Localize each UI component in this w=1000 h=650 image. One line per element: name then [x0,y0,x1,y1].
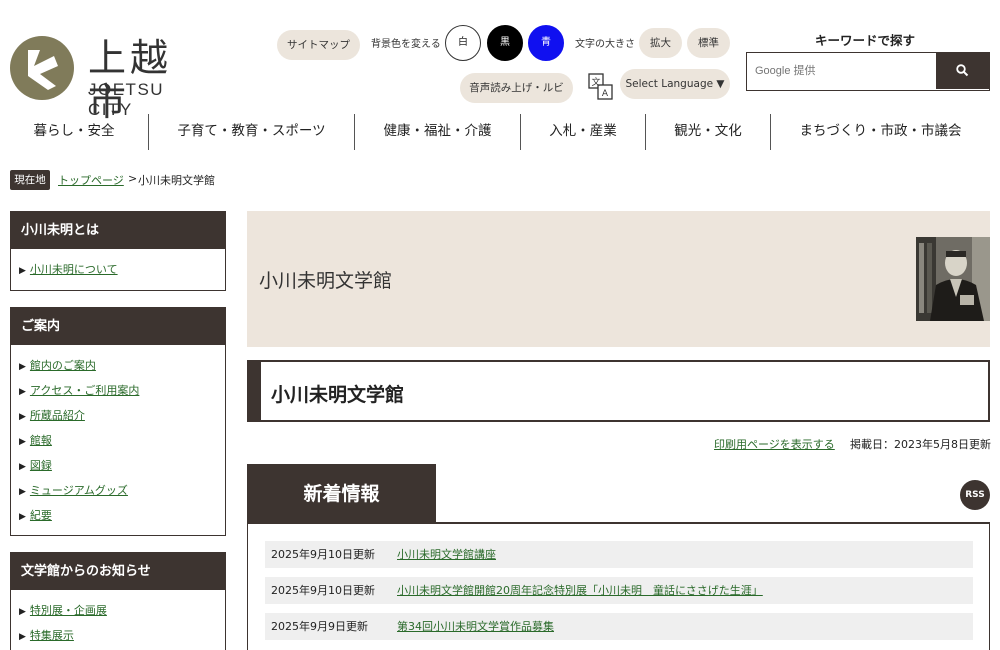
translate-icon: 文 A [588,73,614,101]
sidebar-item: ▶ アクセス・ご利用案内 [19,378,225,403]
triangle-right-icon: ▶ [19,387,26,397]
sidebar-item: ▶ 図録 [19,453,225,478]
font-size-label: 文字の大きさ [575,39,635,50]
triangle-right-icon: ▶ [19,632,26,642]
news-date: 2025年9月10日更新 [271,548,375,561]
nav-item-living[interactable]: 暮らし・安全 [0,114,148,150]
print-page-link[interactable]: 印刷用ページを表示する [714,436,835,452]
news-link[interactable]: 小川未明文学館開館20周年記念特別展「小川未明 童話にささげた生涯」 [397,577,763,604]
triangle-right-icon: ▶ [19,266,26,276]
sidebar-link[interactable]: 館内のご案内 [30,359,96,372]
triangle-right-icon: ▶ [19,487,26,497]
sidebar-item: ▶ 特集展示 [19,623,225,648]
sidebar-item: ▶ 特別展・企画展 [19,598,225,623]
published-date: 掲載日：2023年5月8日更新 [850,438,991,451]
search-button[interactable] [936,53,989,89]
breadcrumb-label: 現在地 [10,170,50,190]
font-standard-button[interactable]: 標準 [687,28,730,58]
triangle-right-icon: ▶ [19,362,26,372]
author-portrait-image [916,237,990,321]
nav-item-health[interactable]: 健康・福祉・介護 [355,114,520,150]
sidebar-heading: 文学館からのお知らせ [11,553,225,590]
city-logo[interactable]: 上越市 JOETSU CITY [10,34,210,124]
sidebar-link[interactable]: 小川未明について [30,263,118,276]
sidebar-link[interactable]: 紀要 [30,509,52,522]
news-row: 2025年9月9日更新 第34回小川未明文学賞作品募集 [265,613,973,640]
global-nav: 暮らし・安全 子育て・教育・スポーツ 健康・福祉・介護 入札・産業 観光・文化 … [0,114,1000,150]
svg-text:A: A [602,89,609,99]
sidebar-link[interactable]: 所蔵品紹介 [30,409,85,422]
sidebar-item: ▶ 小川未明について [19,257,225,282]
sidebar-item: ▶ 紀要 [19,503,225,528]
sidebar-link[interactable]: 館報 [30,434,52,447]
bg-black-button[interactable]: 黒 [487,25,523,61]
svg-text:文: 文 [591,76,600,88]
page-heading-box: 小川未明文学館 [247,360,990,422]
keyword-search-title: キーワードで探す [815,33,916,48]
sidebar-link[interactable]: 特集展示 [30,629,74,642]
news-row: 2025年9月10日更新 小川未明文学館講座 [265,541,973,568]
triangle-right-icon: ▶ [19,437,26,447]
nav-item-tourism[interactable]: 観光・文化 [646,114,770,150]
sidebar-heading: 小川未明とは [11,212,225,249]
page-banner: 小川未明文学館 [247,211,990,347]
sitemap-button[interactable]: サイトマップ [277,30,360,60]
breadcrumb-separator: > [128,172,138,185]
news-link[interactable]: 第34回小川未明文学賞作品募集 [397,613,554,640]
sidebar-box-guide: ご案内 ▶ 館内のご案内 ▶ アクセス・ご利用案内 ▶ 所蔵品紹介 ▶ 館報 ▶ 図録 ▶… [10,307,226,536]
sidebar-item: ▶ ミュージアムグッズ [19,478,225,503]
bg-color-label: 背景色を変える [371,39,441,50]
sidebar-box-about: 小川未明とは ▶ 小川未明について [10,211,226,291]
sidebar-item: ▶ 館内のご案内 [19,353,225,378]
read-aloud-button[interactable]: 音声読み上げ・ルビ [460,73,573,103]
breadcrumb-current: 小川未明文学館 [138,174,215,187]
page-title: 小川未明文学館 [271,384,405,406]
nav-item-industry[interactable]: 入札・産業 [521,114,645,150]
sidebar-heading: ご案内 [11,308,225,345]
sidebar-link[interactable]: アクセス・ご利用案内 [30,384,139,397]
search-box [746,52,990,91]
sidebar-box-news: 文学館からのお知らせ ▶ 特別展・企画展 ▶ 特集展示 [10,552,226,650]
news-tab: 新着情報 [247,464,436,524]
sidebar-item: ▶ 館報 [19,428,225,453]
nav-item-childcare[interactable]: 子育て・教育・スポーツ [149,114,354,150]
sidebar-link[interactable]: ミュージアムグッズ [30,484,128,497]
news-link[interactable]: 小川未明文学館講座 [397,541,496,568]
font-enlarge-button[interactable]: 拡大 [639,28,682,58]
triangle-right-icon: ▶ [19,607,26,617]
triangle-right-icon: ▶ [19,512,26,522]
triangle-right-icon: ▶ [19,462,26,472]
news-date: 2025年9月9日更新 [271,620,368,633]
search-input[interactable] [747,53,935,89]
news-date: 2025年9月10日更新 [271,584,375,597]
sidebar-item: ▶ 所蔵品紹介 [19,403,225,428]
sidebar-link[interactable]: 図録 [30,459,52,472]
rss-button[interactable]: RSS [960,480,990,510]
city-emblem-icon [10,36,74,100]
bg-blue-button[interactable]: 青 [528,25,564,61]
triangle-right-icon: ▶ [19,412,26,422]
search-icon [956,64,969,77]
sidebar-link[interactable]: 特別展・企画展 [30,604,107,617]
news-row: 2025年9月10日更新 小川未明文学館開館20周年記念特別展「小川未明 童話に… [265,577,973,604]
nav-item-cityhall[interactable]: まちづくり・市政・市議会 [771,114,990,150]
language-select[interactable]: Select Language ▼ [620,69,730,99]
bg-white-button[interactable]: 白 [445,25,481,61]
banner-title: 小川未明文学館 [259,270,393,292]
breadcrumb-home-link[interactable]: トップページ [58,172,124,188]
